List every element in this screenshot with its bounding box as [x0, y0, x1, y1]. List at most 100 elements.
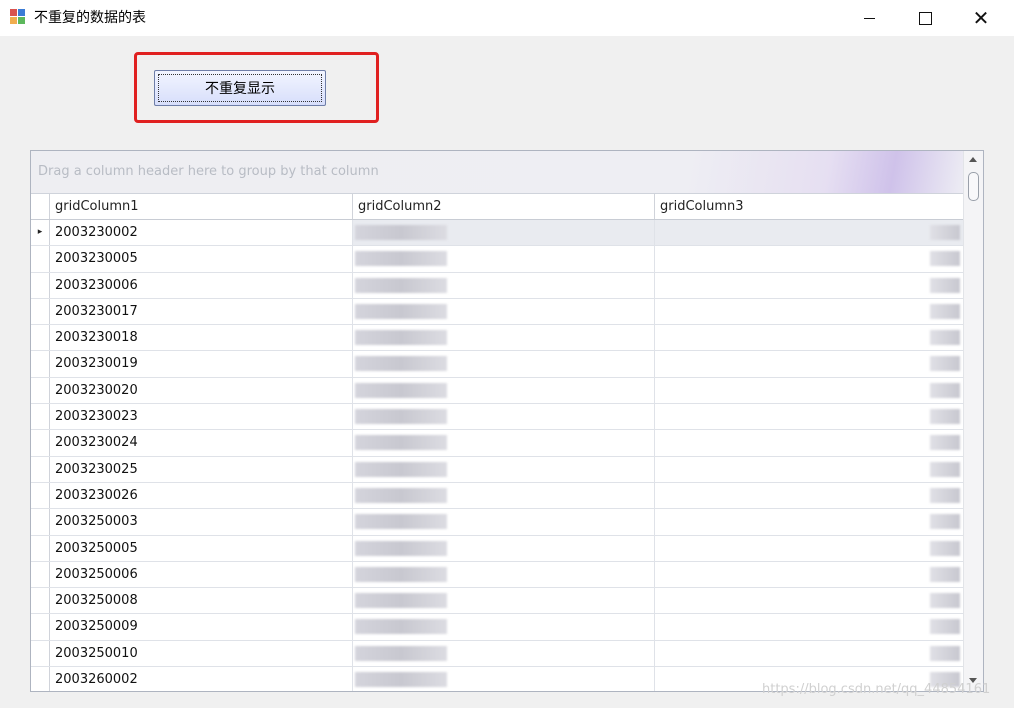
cell-gridcolumn1[interactable]: 2003230017 — [50, 298, 353, 325]
table-row[interactable]: ▸ 2003230002 — [31, 220, 965, 247]
cell-gridcolumn2[interactable] — [353, 404, 655, 430]
table-row[interactable]: 2003230017 — [31, 298, 965, 326]
cell-gridcolumn3[interactable] — [655, 377, 965, 404]
cell-gridcolumn3[interactable] — [655, 535, 965, 561]
cell-gridcolumn1[interactable]: 2003230020 — [50, 377, 353, 404]
cell-gridcolumn2[interactable] — [353, 377, 655, 404]
cell-gridcolumn1[interactable]: 2003250009 — [50, 614, 353, 640]
cell-gridcolumn1[interactable]: 2003230005 — [50, 246, 353, 272]
cell-gridcolumn1[interactable]: 2003230002 — [50, 220, 353, 246]
cell-gridcolumn1[interactable]: 2003230025 — [50, 456, 353, 482]
cell-gridcolumn1[interactable]: 2003230006 — [50, 272, 353, 298]
cell-gridcolumn3[interactable] — [655, 430, 965, 456]
table-row[interactable]: 2003230024 — [31, 430, 965, 457]
table-row[interactable]: 2003250009 — [31, 614, 965, 641]
cell-gridcolumn1[interactable]: 2003230019 — [50, 351, 353, 377]
table-row[interactable]: 2003230025 — [31, 456, 965, 483]
cell-gridcolumn2[interactable] — [353, 667, 655, 691]
column-header-gridcolumn1[interactable]: gridColumn1 — [50, 194, 353, 219]
cell-gridcolumn2[interactable] — [353, 535, 655, 561]
table-row[interactable]: 2003250010 — [31, 640, 965, 668]
column-header-gridcolumn2[interactable]: gridColumn2 — [353, 194, 655, 219]
cell-gridcolumn2[interactable] — [353, 246, 655, 272]
cell-gridcolumn1[interactable]: 2003260002 — [50, 667, 353, 691]
row-indicator[interactable] — [31, 509, 50, 535]
row-indicator[interactable] — [31, 667, 50, 691]
row-indicator[interactable] — [31, 588, 50, 614]
cell-gridcolumn2[interactable] — [353, 272, 655, 298]
cell-gridcolumn3[interactable] — [655, 640, 965, 667]
cell-gridcolumn3[interactable] — [655, 561, 965, 588]
cell-gridcolumn3[interactable] — [655, 614, 965, 640]
row-indicator[interactable] — [31, 404, 50, 430]
table-row[interactable]: 2003250003 — [31, 509, 965, 536]
cell-gridcolumn1[interactable]: 2003250005 — [50, 535, 353, 561]
table-row[interactable]: 2003230023 — [31, 404, 965, 431]
table-row[interactable]: 2003230020 — [31, 377, 965, 405]
cell-gridcolumn3[interactable] — [655, 456, 965, 482]
cell-gridcolumn3[interactable] — [655, 588, 965, 614]
cell-gridcolumn2[interactable] — [353, 220, 655, 246]
dedup-display-button[interactable]: 不重复显示 — [154, 70, 326, 106]
cell-gridcolumn3[interactable] — [655, 509, 965, 535]
row-indicator[interactable] — [31, 561, 50, 588]
minimize-button[interactable] — [846, 0, 892, 36]
cell-gridcolumn3[interactable] — [655, 298, 965, 325]
cell-gridcolumn2[interactable] — [353, 351, 655, 377]
row-indicator[interactable] — [31, 535, 50, 561]
table-row[interactable]: 2003230018 — [31, 325, 965, 352]
row-indicator[interactable] — [31, 614, 50, 640]
group-panel[interactable]: Drag a column header here to group by th… — [31, 151, 965, 194]
row-indicator[interactable] — [31, 640, 50, 667]
table-row[interactable]: 2003230019 — [31, 351, 965, 378]
row-indicator[interactable] — [31, 298, 50, 325]
cell-gridcolumn2[interactable] — [353, 430, 655, 456]
vertical-scrollbar[interactable] — [963, 151, 983, 691]
cell-gridcolumn3[interactable] — [655, 351, 965, 377]
maximize-button[interactable] — [902, 0, 948, 36]
close-button[interactable]: ✕ — [958, 0, 1004, 36]
cell-gridcolumn2[interactable] — [353, 298, 655, 325]
cell-gridcolumn1[interactable]: 2003230024 — [50, 430, 353, 456]
cell-gridcolumn1[interactable]: 2003250006 — [50, 561, 353, 588]
cell-gridcolumn3[interactable] — [655, 404, 965, 430]
row-indicator[interactable] — [31, 325, 50, 351]
cell-gridcolumn3[interactable] — [655, 482, 965, 509]
cell-gridcolumn2[interactable] — [353, 561, 655, 588]
data-grid[interactable]: Drag a column header here to group by th… — [30, 150, 984, 692]
table-row[interactable]: 2003250005 — [31, 535, 965, 562]
cell-gridcolumn2[interactable] — [353, 588, 655, 614]
cell-gridcolumn1[interactable]: 2003250003 — [50, 509, 353, 535]
row-indicator[interactable] — [31, 351, 50, 377]
cell-gridcolumn3[interactable] — [655, 246, 965, 272]
row-indicator[interactable] — [31, 246, 50, 272]
scroll-up-arrow-icon[interactable] — [969, 157, 977, 162]
row-indicator[interactable]: ▸ — [31, 220, 50, 246]
cell-gridcolumn1[interactable]: 2003230023 — [50, 404, 353, 430]
row-indicator[interactable] — [31, 456, 50, 482]
cell-gridcolumn2[interactable] — [353, 482, 655, 509]
row-indicator[interactable] — [31, 272, 50, 298]
cell-gridcolumn1[interactable]: 2003250008 — [50, 588, 353, 614]
table-row[interactable]: 2003230005 — [31, 246, 965, 273]
scroll-thumb[interactable] — [968, 172, 979, 201]
cell-gridcolumn1[interactable]: 2003250010 — [50, 640, 353, 667]
cell-gridcolumn2[interactable] — [353, 509, 655, 535]
cell-gridcolumn2[interactable] — [353, 614, 655, 640]
cell-gridcolumn2[interactable] — [353, 456, 655, 482]
row-indicator[interactable] — [31, 482, 50, 509]
row-indicator[interactable] — [31, 377, 50, 404]
cell-gridcolumn3[interactable] — [655, 325, 965, 351]
cell-gridcolumn1[interactable]: 2003230018 — [50, 325, 353, 351]
table-row[interactable]: 2003230026 — [31, 482, 965, 510]
table-row[interactable]: 2003230006 — [31, 272, 965, 299]
row-indicator[interactable] — [31, 430, 50, 456]
cell-gridcolumn3[interactable] — [655, 272, 965, 298]
table-row[interactable]: 2003250008 — [31, 588, 965, 615]
cell-gridcolumn2[interactable] — [353, 325, 655, 351]
column-header-gridcolumn3[interactable]: gridColumn3 — [655, 194, 965, 219]
table-row[interactable]: 2003250006 — [31, 561, 965, 589]
cell-gridcolumn3[interactable] — [655, 220, 965, 246]
cell-gridcolumn1[interactable]: 2003230026 — [50, 482, 353, 509]
cell-gridcolumn2[interactable] — [353, 640, 655, 667]
